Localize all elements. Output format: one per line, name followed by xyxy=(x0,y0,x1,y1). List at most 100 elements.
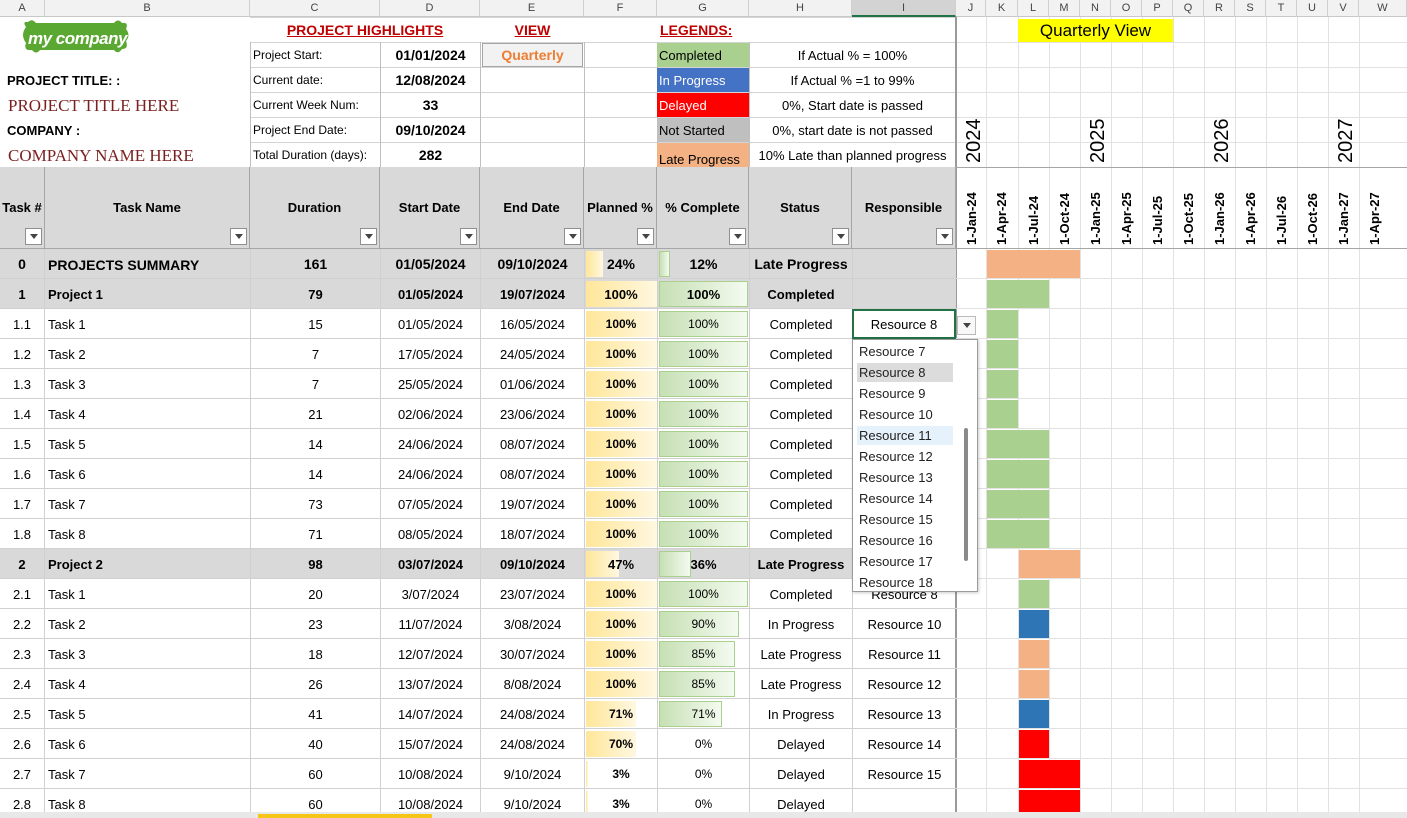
filter-button[interactable] xyxy=(729,228,746,245)
task-start-date[interactable]: 3/07/2024 xyxy=(380,579,480,609)
highlight-value[interactable]: 282 xyxy=(381,143,480,167)
task-end-date[interactable]: 09/10/2024 xyxy=(480,549,584,579)
col-header-u[interactable]: U xyxy=(1297,0,1328,17)
col-header-t[interactable]: T xyxy=(1266,0,1297,17)
task-start-date[interactable]: 02/06/2024 xyxy=(380,399,480,429)
task-duration[interactable]: 98 xyxy=(250,549,380,579)
col-header-p[interactable]: P xyxy=(1142,0,1173,17)
col-header-r[interactable]: R xyxy=(1204,0,1235,17)
task-start-date[interactable]: 01/05/2024 xyxy=(380,249,480,279)
task-end-date[interactable]: 16/05/2024 xyxy=(480,309,584,339)
task-start-date[interactable]: 14/07/2024 xyxy=(380,699,480,729)
complete-percent[interactable]: 100% xyxy=(657,309,749,339)
complete-percent[interactable]: 100% xyxy=(657,489,749,519)
task-start-date[interactable]: 01/05/2024 xyxy=(380,309,480,339)
complete-percent[interactable]: 12% xyxy=(657,249,749,279)
complete-percent[interactable]: 0% xyxy=(657,759,749,789)
task-duration[interactable]: 161 xyxy=(250,249,380,279)
highlight-value[interactable]: 09/10/2024 xyxy=(381,118,480,142)
highlight-value[interactable]: 12/08/2024 xyxy=(381,68,480,92)
task-end-date[interactable]: 24/08/2024 xyxy=(480,729,584,759)
col-header-v[interactable]: V xyxy=(1328,0,1359,17)
task-end-date[interactable]: 19/07/2024 xyxy=(480,279,584,309)
task-start-date[interactable]: 03/07/2024 xyxy=(380,549,480,579)
filter-button[interactable] xyxy=(637,228,654,245)
task-end-date[interactable]: 8/08/2024 xyxy=(480,669,584,699)
task-duration[interactable]: 15 xyxy=(250,309,380,339)
task-name[interactable]: PROJECTS SUMMARY xyxy=(48,258,199,272)
task-end-date[interactable]: 09/10/2024 xyxy=(480,249,584,279)
task-responsible[interactable]: Resource 14 xyxy=(852,729,956,759)
col-header-d[interactable]: D xyxy=(380,0,480,17)
complete-percent[interactable]: 100% xyxy=(657,519,749,549)
complete-percent[interactable]: 100% xyxy=(657,429,749,459)
resource-dropdown-list[interactable]: Resource 7 Resource 8 Resource 9 Resource 1… xyxy=(852,339,978,592)
task-end-date[interactable]: 08/07/2024 xyxy=(480,429,584,459)
dropdown-option[interactable]: Resource 18 xyxy=(857,573,953,591)
task-end-date[interactable]: 23/07/2024 xyxy=(480,579,584,609)
task-name[interactable]: Project 1 xyxy=(48,288,103,301)
task-start-date[interactable]: 01/05/2024 xyxy=(380,279,480,309)
task-name[interactable]: Task 3 xyxy=(48,648,86,661)
col-header-m[interactable]: M xyxy=(1049,0,1080,17)
task-duration[interactable]: 60 xyxy=(250,759,380,789)
dropdown-option[interactable]: Resource 9 xyxy=(857,384,953,403)
filter-button[interactable] xyxy=(832,228,849,245)
col-header-n[interactable]: N xyxy=(1080,0,1111,17)
col-header-e[interactable]: E xyxy=(480,0,584,17)
dropdown-option[interactable]: Resource 14 xyxy=(857,489,953,508)
task-name[interactable]: Task 8 xyxy=(48,528,86,541)
complete-percent[interactable]: 71% xyxy=(657,699,749,729)
task-end-date[interactable]: 01/06/2024 xyxy=(480,369,584,399)
task-duration[interactable]: 14 xyxy=(250,459,380,489)
task-start-date[interactable]: 24/06/2024 xyxy=(380,459,480,489)
task-name[interactable]: Task 6 xyxy=(48,468,86,481)
task-end-date[interactable]: 9/10/2024 xyxy=(480,759,584,789)
task-name[interactable]: Task 6 xyxy=(48,738,86,751)
view-selector[interactable]: Quarterly xyxy=(482,43,583,67)
task-duration[interactable]: 23 xyxy=(250,609,380,639)
task-start-date[interactable]: 15/07/2024 xyxy=(380,729,480,759)
col-header-k[interactable]: K xyxy=(986,0,1018,17)
task-duration[interactable]: 14 xyxy=(250,429,380,459)
col-header-w[interactable]: W xyxy=(1359,0,1407,17)
col-header-a[interactable]: A xyxy=(0,0,45,17)
task-name[interactable]: Task 5 xyxy=(48,708,86,721)
task-name[interactable]: Task 8 xyxy=(48,798,86,811)
filter-button[interactable] xyxy=(360,228,377,245)
task-end-date[interactable]: 3/08/2024 xyxy=(480,609,584,639)
project-title-value[interactable]: PROJECT TITLE HERE xyxy=(8,97,179,114)
task-responsible[interactable]: Resource 12 xyxy=(852,669,956,699)
filter-button[interactable] xyxy=(25,228,42,245)
highlight-value[interactable]: 01/01/2024 xyxy=(381,43,480,67)
dropdown-option[interactable]: Resource 15 xyxy=(857,510,953,529)
complete-percent[interactable]: 36% xyxy=(657,549,749,579)
task-duration[interactable]: 79 xyxy=(250,279,380,309)
complete-percent[interactable]: 100% xyxy=(657,459,749,489)
task-name[interactable]: Task 5 xyxy=(48,438,86,451)
col-header-c[interactable]: C xyxy=(250,0,380,17)
task-start-date[interactable]: 10/08/2024 xyxy=(380,759,480,789)
complete-percent[interactable]: 0% xyxy=(657,729,749,759)
task-responsible[interactable] xyxy=(852,249,956,279)
dropdown-option[interactable]: Resource 13 xyxy=(857,468,953,487)
task-duration[interactable]: 26 xyxy=(250,669,380,699)
task-name[interactable]: Task 2 xyxy=(48,348,86,361)
horizontal-scrollbar[interactable] xyxy=(0,812,1407,818)
task-end-date[interactable]: 08/07/2024 xyxy=(480,459,584,489)
filter-button[interactable] xyxy=(564,228,581,245)
filter-button[interactable] xyxy=(460,228,477,245)
task-responsible[interactable]: Resource 15 xyxy=(852,759,956,789)
dropdown-scrollbar-thumb[interactable] xyxy=(964,428,968,561)
complete-percent[interactable]: 100% xyxy=(657,339,749,369)
task-name[interactable]: Task 7 xyxy=(48,768,86,781)
task-responsible[interactable]: Resource 11 xyxy=(852,639,956,669)
task-name[interactable]: Task 4 xyxy=(48,678,86,691)
col-header-l[interactable]: L xyxy=(1018,0,1049,17)
task-duration[interactable]: 40 xyxy=(250,729,380,759)
highlight-value[interactable]: 33 xyxy=(381,93,480,117)
task-duration[interactable]: 41 xyxy=(250,699,380,729)
task-end-date[interactable]: 24/08/2024 xyxy=(480,699,584,729)
dropdown-option[interactable]: Resource 16 xyxy=(857,531,953,550)
col-header-f[interactable]: F xyxy=(584,0,657,17)
